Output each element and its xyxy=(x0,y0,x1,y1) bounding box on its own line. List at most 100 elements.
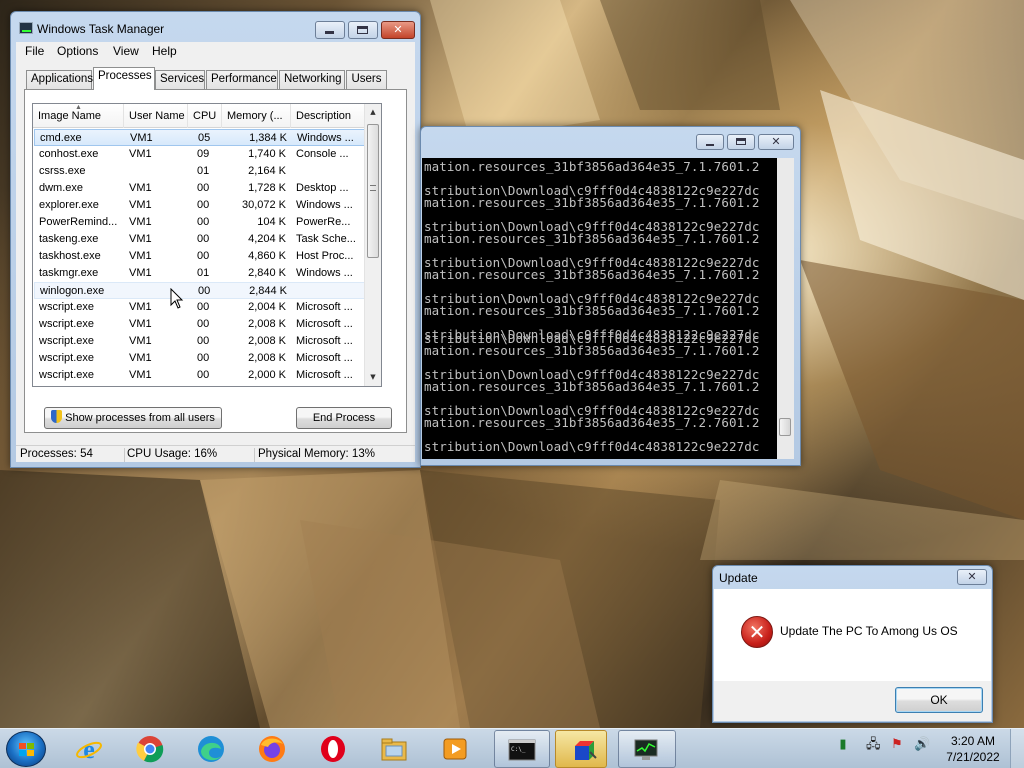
clock[interactable]: 3:20 AM 7/21/2022 xyxy=(938,733,1008,765)
command-prompt-titlebar[interactable]: ✕ xyxy=(421,127,800,157)
column-description[interactable]: Description xyxy=(291,104,366,128)
table-row[interactable]: taskhost.exe VM1 00 4,860 K Host Proc... xyxy=(34,248,365,265)
show-desktop-button[interactable] xyxy=(1010,729,1024,768)
process-user: VM1 xyxy=(129,216,152,228)
process-description: Host Proc... xyxy=(296,250,354,262)
process-name: winlogon.exe xyxy=(40,285,105,297)
table-row[interactable]: wscript.exe VM1 00 2,004 K Microsoft ... xyxy=(34,299,365,316)
process-list[interactable]: ▲ Image Name User Name CPU Memory (... D… xyxy=(32,103,382,387)
tab-applications[interactable]: Applications xyxy=(26,70,93,89)
update-message: Update The PC To Among Us OS xyxy=(780,624,958,638)
column-user-name[interactable]: User Name xyxy=(124,104,188,128)
table-row[interactable]: csrss.exe 01 2,164 K xyxy=(34,163,365,180)
console-scroll-thumb[interactable] xyxy=(779,418,791,436)
ok-button[interactable]: OK xyxy=(895,687,983,713)
table-row[interactable]: wscript.exe VM1 00 2,000 K Microsoft ... xyxy=(34,367,365,384)
close-icon: ✕ xyxy=(967,570,977,583)
error-icon: ✕ xyxy=(741,616,773,648)
update-close-button[interactable]: ✕ xyxy=(957,569,987,585)
scroll-thumb[interactable] xyxy=(367,124,379,258)
end-process-button[interactable]: End Process xyxy=(296,407,392,429)
window-title: Windows Task Manager xyxy=(37,22,165,36)
process-user: VM1 xyxy=(129,335,152,347)
table-row[interactable]: cmd.exe VM1 05 1,384 K Windows ... xyxy=(34,129,365,146)
process-name: csrss.exe xyxy=(39,165,86,177)
menu-options[interactable]: Options xyxy=(57,44,98,58)
minimize-button[interactable] xyxy=(315,21,345,39)
taskbar-setup-app[interactable] xyxy=(555,730,607,768)
menu-help[interactable]: Help xyxy=(152,44,177,58)
network-icon[interactable]: 🖧 xyxy=(866,737,881,753)
status-processes: Processes: 54 xyxy=(20,448,125,462)
task-manager-titlebar[interactable]: Windows Task Manager ✕ xyxy=(11,12,420,42)
table-row[interactable]: winlogon.exe 00 2,844 K xyxy=(34,282,365,299)
console-output[interactable]: mation.resources_31bf3856ad364e35_7.1.76… xyxy=(422,158,777,459)
process-memory: 1,740 K xyxy=(248,148,286,160)
table-row[interactable]: wscript.exe VM1 00 2,008 K Microsoft ... xyxy=(34,333,365,350)
process-cpu: 00 xyxy=(197,216,210,228)
process-cpu: 09 xyxy=(197,148,210,160)
table-row[interactable]: wscript.exe VM1 00 2,008 K Microsoft ... xyxy=(34,350,365,367)
tab-networking[interactable]: Networking xyxy=(279,70,345,89)
process-cpu: 01 xyxy=(197,267,210,279)
process-description: Console ... xyxy=(296,148,349,160)
column-memory[interactable]: Memory (... xyxy=(222,104,291,128)
taskbar-task-manager[interactable] xyxy=(618,730,676,768)
tab-processes[interactable]: Processes xyxy=(93,67,155,90)
process-cpu: 00 xyxy=(197,233,210,245)
taskbar-chrome[interactable] xyxy=(123,730,179,768)
show-all-processes-button[interactable]: Show processes from all users xyxy=(44,407,222,429)
tab-performance[interactable]: Performance xyxy=(206,70,278,89)
table-row[interactable]: conhost.exe VM1 09 1,740 K Console ... xyxy=(34,146,365,163)
tab-users[interactable]: Users xyxy=(346,70,387,89)
table-row[interactable]: taskmgr.exe VM1 01 2,840 K Windows ... xyxy=(34,265,365,282)
taskbar-command-prompt[interactable]: C:\_ xyxy=(494,730,550,768)
svg-text:e: e xyxy=(83,735,95,763)
volume-icon[interactable]: 🔊 xyxy=(914,737,930,753)
process-cpu: 01 xyxy=(197,165,210,177)
taskbar-internet-explorer[interactable]: e xyxy=(62,730,118,768)
process-list-scrollbar[interactable]: ▲ ▼ xyxy=(364,104,381,386)
taskbar-opera[interactable] xyxy=(306,730,362,768)
action-center-icon[interactable]: ⚑ xyxy=(890,737,904,753)
process-name: taskhost.exe xyxy=(39,250,101,262)
setup-app-icon xyxy=(575,741,597,760)
process-description: Windows ... xyxy=(297,132,354,144)
process-name: conhost.exe xyxy=(39,148,99,160)
table-row[interactable]: explorer.exe VM1 00 30,072 K Windows ... xyxy=(34,197,365,214)
show-all-processes-label: Show processes from all users xyxy=(65,412,215,424)
taskbar-file-explorer[interactable] xyxy=(367,730,423,768)
table-row[interactable]: PowerRemind... VM1 00 104 K PowerRe... xyxy=(34,214,365,231)
maximize-icon xyxy=(357,26,368,34)
process-memory: 2,844 K xyxy=(249,285,287,297)
maximize-button[interactable] xyxy=(348,21,378,39)
process-description: Desktop ... xyxy=(296,182,349,194)
taskbar-firefox[interactable] xyxy=(245,730,301,768)
process-cpu: 00 xyxy=(198,285,211,297)
tab-services[interactable]: Services xyxy=(155,70,205,89)
column-cpu[interactable]: CPU xyxy=(188,104,222,128)
process-memory: 2,004 K xyxy=(248,301,286,313)
close-button[interactable]: ✕ xyxy=(381,21,415,39)
windows-logo-icon xyxy=(19,743,34,756)
menu-view[interactable]: View xyxy=(113,44,139,58)
process-memory: 2,164 K xyxy=(248,165,286,177)
console-close-button[interactable]: ✕ xyxy=(758,134,794,150)
table-row[interactable]: wscript.exe VM1 00 2,008 K Microsoft ... xyxy=(34,316,365,333)
menu-file[interactable]: File xyxy=(25,44,44,58)
process-cpu: 00 xyxy=(197,199,210,211)
battery-meter-icon[interactable]: ▮ xyxy=(836,737,850,753)
console-scrollbar[interactable] xyxy=(777,158,794,459)
taskbar-edge[interactable] xyxy=(184,730,240,768)
start-button[interactable] xyxy=(6,731,46,767)
table-row[interactable]: taskeng.exe VM1 00 4,204 K Task Sche... xyxy=(34,231,365,248)
taskbar-media-player[interactable] xyxy=(428,730,484,768)
table-row[interactable]: dwm.exe VM1 00 1,728 K Desktop ... xyxy=(34,180,365,197)
console-minimize-button[interactable] xyxy=(696,134,724,150)
file-explorer-icon xyxy=(381,738,407,761)
scroll-down-icon[interactable]: ▼ xyxy=(365,369,381,386)
console-maximize-button[interactable] xyxy=(727,134,755,150)
scroll-up-icon[interactable]: ▲ xyxy=(365,104,381,121)
process-cpu: 05 xyxy=(198,132,211,144)
column-image-name[interactable]: ▲ Image Name xyxy=(33,104,124,128)
